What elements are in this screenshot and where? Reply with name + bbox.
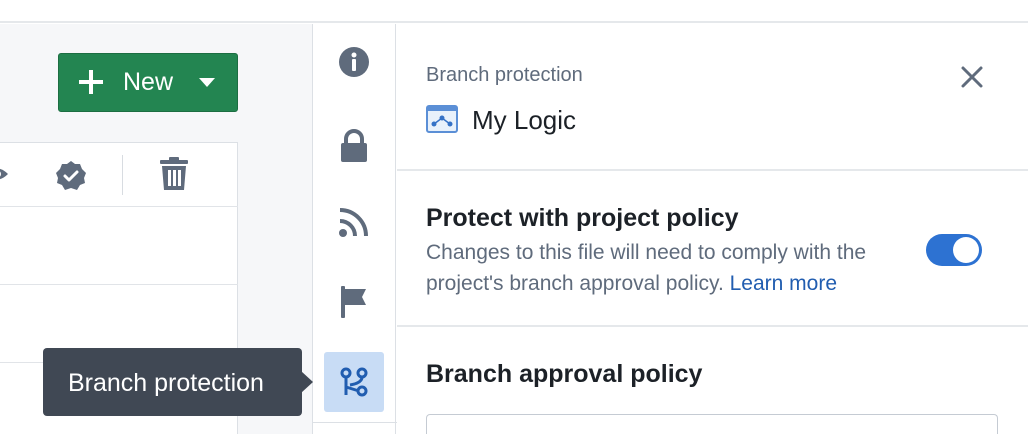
eye-icon[interactable] — [0, 163, 8, 185]
panel-eyebrow: Branch protection — [426, 64, 583, 86]
rail-item-branch-protection[interactable] — [324, 352, 384, 412]
resource-name: My Logic — [472, 105, 577, 135]
new-button[interactable]: New — [58, 53, 238, 112]
tooltip-text: Branch protection — [68, 369, 264, 397]
toggle-knob — [953, 237, 979, 263]
tooltip-arrow — [301, 371, 313, 393]
flag-icon — [341, 286, 366, 318]
info-icon — [339, 47, 369, 77]
protect-policy-toggle[interactable] — [926, 234, 982, 266]
close-icon[interactable] — [959, 64, 985, 90]
rail-divider — [313, 422, 397, 423]
plus-icon — [79, 70, 103, 94]
rail-item-feed[interactable] — [324, 192, 384, 252]
policy-section-title: Branch approval policy — [426, 360, 703, 388]
logic-file-icon — [426, 105, 458, 133]
policy-card[interactable] — [426, 414, 998, 434]
feed-icon — [339, 208, 368, 237]
top-bar — [0, 0, 1028, 23]
section-divider — [397, 325, 1028, 327]
caret-down-icon[interactable] — [199, 78, 215, 87]
sidebar-rail — [312, 24, 397, 434]
badge-check-icon[interactable] — [55, 160, 87, 192]
tooltip: Branch protection — [43, 348, 302, 416]
learn-more-link[interactable]: Learn more — [730, 272, 837, 295]
rail-item-permissions[interactable] — [324, 116, 384, 176]
rail-item-flag[interactable] — [324, 272, 384, 332]
header-separator — [122, 155, 123, 195]
table-row[interactable] — [0, 207, 238, 285]
table-header — [0, 143, 238, 207]
lock-icon — [341, 129, 367, 162]
new-button-label: New — [123, 68, 174, 96]
section-divider — [397, 169, 1028, 171]
protect-section-description: Changes to this file will need to comply… — [426, 237, 916, 299]
git-branch-icon — [340, 367, 368, 397]
protect-section-title: Protect with project policy — [426, 204, 739, 232]
rail-item-info[interactable] — [324, 32, 384, 92]
trash-icon[interactable] — [159, 157, 189, 191]
branch-protection-panel: Branch protection My Logic Protect with … — [397, 24, 1028, 434]
app-root: New Branch protection Branch protection … — [0, 0, 1028, 434]
